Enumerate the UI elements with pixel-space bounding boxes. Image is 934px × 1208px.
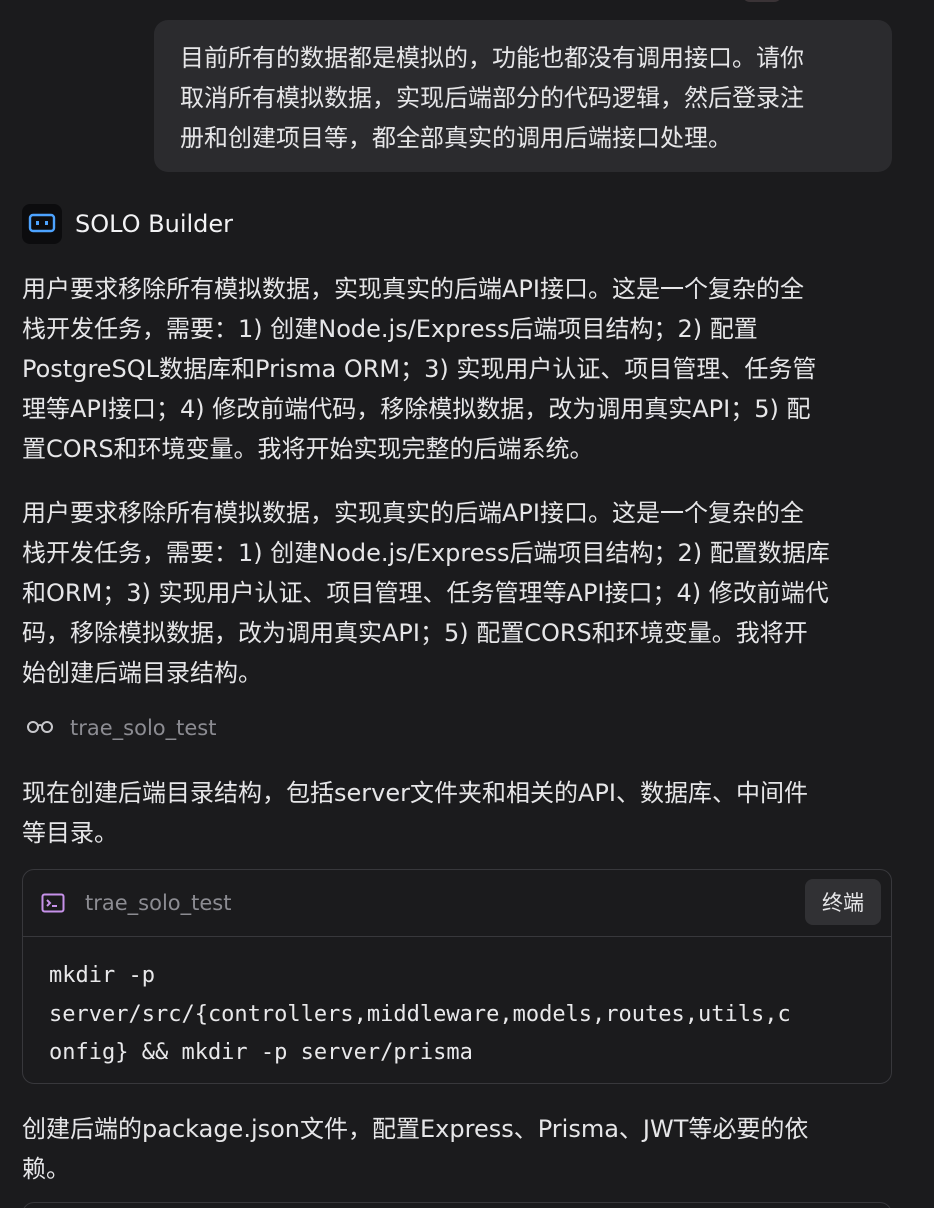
message-line: 用户要求移除所有模拟数据，实现真实的后端API接口。这是一个复杂的全 [22,275,804,303]
robot-face-icon [22,204,62,244]
message-line: 码，移除模拟数据，改为调用真实API；5) 配置CORS和环境变量。我将开 [22,619,808,647]
message-line: 栈开发任务，需要：1) 创建Node.js/Express后端项目结构；2) 配… [22,539,830,567]
terminal-title: trae_solo_test [85,891,232,915]
message-line: 赖。 [22,1155,70,1183]
command-line: server/src/{controllers,middleware,model… [49,1001,791,1027]
tool-call-label: trae_solo_test [70,716,217,740]
command-line: onfig} && mkdir -p server/prisma [49,1040,473,1065]
user-message-line: 取消所有模拟数据，实现后端部分的代码逻辑，然后登录注 [180,84,804,112]
message-line: 和ORM；3) 实现用户认证、项目管理、任务管理等API接口；4) 修改前端代 [22,579,829,607]
user-message-line: 目前所有的数据都是模拟的，功能也都没有调用接口。请你 [180,44,804,72]
agent-message: 现在创建后端目录结构，包括server文件夹和相关的API、数据库、中间件 等目… [22,773,894,853]
user-avatar [742,0,782,2]
agent-message: 用户要求移除所有模拟数据，实现真实的后端API接口。这是一个复杂的全 栈开发任务… [22,269,894,469]
message-line: PostgreSQL数据库和Prisma ORM；3) 实现用户认证、项目管理、… [22,355,817,383]
message-line: 现在创建后端目录结构，包括server文件夹和相关的API、数据库、中间件 [22,779,808,807]
message-line: 栈开发任务，需要：1) 创建Node.js/Express后端项目结构；2) 配… [22,315,758,343]
terminal-icon [41,890,67,916]
terminal-header: trae_solo_test 终端 [23,870,891,937]
message-line: 始创建后端目录结构。 [22,659,262,687]
agent-message: 创建后端的package.json文件，配置Express、Prisma、JWT… [22,1109,894,1189]
message-line: 理等API接口；4) 修改前端代码，移除模拟数据，改为调用真实API；5) 配 [22,395,811,423]
message-line: 置CORS和环境变量。我将开始实现完整的后端系统。 [22,435,594,463]
message-line: 用户要求移除所有模拟数据，实现真实的后端API接口。这是一个复杂的全 [22,499,804,527]
terminal-card: trae_solo_test 终端 mkdir -p server/src/{co… [22,869,892,1084]
glasses-icon [26,718,54,738]
agent-message: 用户要求移除所有模拟数据，实现真实的后端API接口。这是一个复杂的全 栈开发任务… [22,493,894,693]
open-terminal-button[interactable]: 终端 [805,879,881,925]
user-message-line: 册和创建项目等，都全部真实的调用后端接口处理。 [180,124,732,152]
command-line: mkdir -p [49,963,155,988]
agent-header: SOLO Builder [22,204,233,244]
message-line: 创建后端的package.json文件，配置Express、Prisma、JWT… [22,1115,809,1143]
tool-call-row[interactable]: trae_solo_test [26,712,216,744]
agent-name: SOLO Builder [75,210,234,238]
terminal-command: mkdir -p server/src/{controllers,middlewa… [23,937,891,1073]
next-terminal-card [22,1202,892,1208]
message-line: 等目录。 [22,819,118,847]
user-message-bubble: 目前所有的数据都是模拟的，功能也都没有调用接口。请你 取消所有模拟数据，实现后端… [154,20,892,172]
chat-panel: 目前所有的数据都是模拟的，功能也都没有调用接口。请你 取消所有模拟数据，实现后端… [0,0,934,1208]
